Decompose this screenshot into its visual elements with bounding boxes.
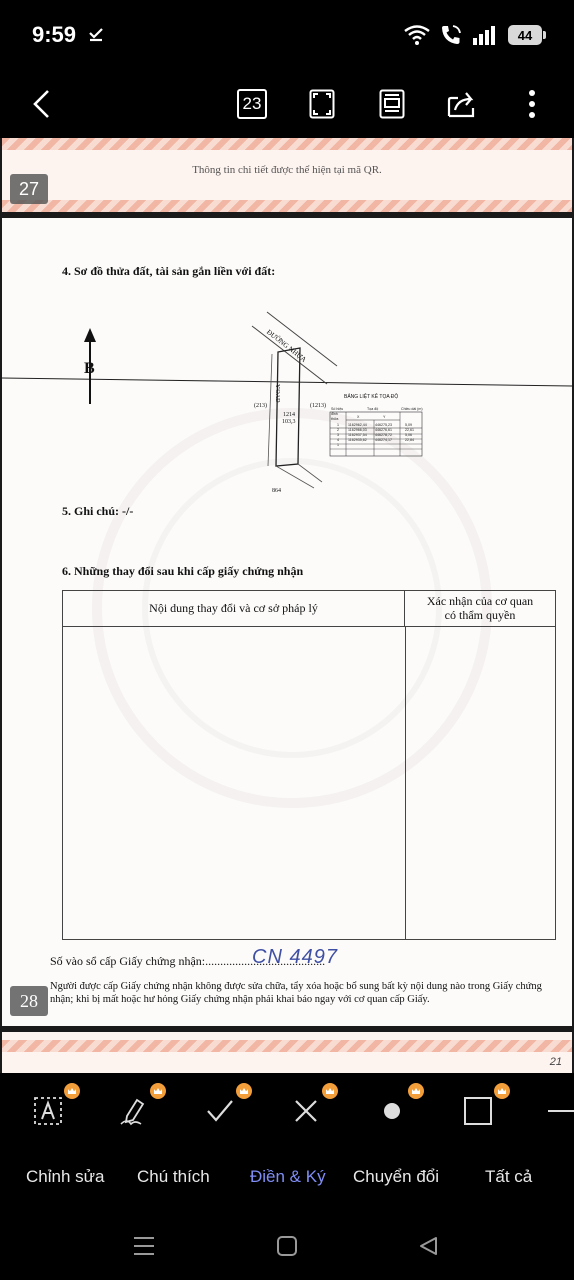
download-done-icon — [89, 28, 103, 42]
premium-crown-icon — [408, 1083, 424, 1099]
table-column-divider — [405, 627, 406, 939]
back-triangle-icon — [420, 1237, 437, 1255]
dot-icon — [384, 1103, 400, 1119]
parcel-id-label: 1214 — [283, 412, 295, 418]
table-header-confirmation: Xác nhận của cơ quan có thẩm quyền — [405, 591, 555, 627]
premium-crown-icon — [322, 1083, 338, 1099]
more-vertical-icon — [529, 90, 535, 118]
parcel-right-label: (1213) — [310, 403, 326, 409]
tab-fill-sign[interactable]: Điền & Ký — [250, 1167, 326, 1187]
home-square-icon — [277, 1236, 297, 1256]
tab-convert[interactable]: Chuyển đổi — [353, 1167, 439, 1187]
status-icons: 44 — [404, 24, 546, 46]
checkmark-tool-button[interactable] — [200, 1083, 252, 1131]
page-number-badge: 28 — [10, 986, 48, 1016]
document-viewport[interactable]: Thông tin chi tiết được thể hiện tại mã … — [0, 138, 574, 1073]
text-tool-button[interactable] — [28, 1083, 80, 1131]
dot-tool-button[interactable] — [372, 1083, 424, 1131]
page-count-button[interactable]: 23 — [232, 84, 272, 124]
parcel-map — [2, 311, 572, 489]
coord-table-title: BẢNG LIỆT KÊ TỌA ĐỘ — [344, 394, 399, 400]
rectangle-icon — [464, 1097, 492, 1125]
rectangle-tool-button[interactable] — [458, 1083, 510, 1131]
share-icon — [447, 92, 475, 118]
page-border — [2, 138, 572, 150]
fullscreen-button[interactable] — [302, 84, 342, 124]
page-layout-button[interactable] — [372, 84, 412, 124]
premium-crown-icon — [150, 1083, 166, 1099]
table-header-content: Nội dung thay đổi và cơ sở pháp lý — [63, 591, 405, 627]
wifi-icon — [404, 25, 430, 45]
fullscreen-icon — [309, 89, 335, 119]
bottom-tab-bar: Chỉnh sửa Chú thích Điền & Ký Chuyển đổi… — [0, 1145, 574, 1210]
page-number-badge: 27 — [10, 174, 48, 204]
top-toolbar: 23 — [0, 72, 574, 138]
premium-crown-icon — [494, 1083, 510, 1099]
premium-crown-icon — [236, 1083, 252, 1099]
recent-apps-button[interactable] — [130, 1232, 158, 1260]
changes-table: Nội dung thay đổi và cơ sở pháp lý Xác n… — [62, 590, 556, 940]
pen-signature-icon — [120, 1098, 145, 1126]
share-button[interactable] — [442, 84, 482, 124]
page-layout-icon — [379, 89, 405, 119]
system-nav-bar — [0, 1210, 574, 1280]
page-29[interactable]: 21 — [2, 1032, 572, 1073]
cross-icon — [295, 1100, 317, 1122]
tab-all[interactable]: Tất cả — [485, 1167, 532, 1187]
signal-icon — [473, 26, 495, 45]
back-button[interactable] — [22, 84, 62, 124]
section-4-title: 4. Sơ đồ thửa đất, tài sản gắn liền với … — [62, 264, 276, 278]
home-button[interactable] — [273, 1232, 301, 1260]
certificate-note: Người được cấp Giấy chứng nhận không đượ… — [50, 981, 542, 1005]
signature-tool-button[interactable] — [114, 1083, 166, 1131]
parcel-area-label: 103,3 — [282, 419, 296, 425]
battery-icon: 44 — [508, 25, 546, 45]
certificate-number-handwritten: CN 4497 — [252, 946, 338, 968]
page-corner-mark: 21 — [549, 1056, 562, 1068]
checkmark-icon — [207, 1100, 233, 1122]
back-arrow-icon — [33, 90, 49, 118]
more-options-button[interactable] — [512, 84, 552, 124]
page-border — [2, 1040, 572, 1052]
certificate-register-label: Số vào sổ cấp Giấy chứng nhận: — [50, 954, 206, 968]
status-bar: 9:59 44 — [0, 0, 574, 72]
cross-tool-button[interactable] — [286, 1083, 338, 1131]
section-6-title: 6. Những thay đổi sau khi cấp giấy chứng… — [62, 564, 304, 578]
call-icon — [442, 25, 461, 44]
tab-edit[interactable]: Chỉnh sửa — [26, 1167, 104, 1187]
section-5-title: 5. Ghi chú: -/- — [62, 504, 134, 518]
alley-label: Y'OAD — [274, 384, 280, 403]
north-label: B — [84, 360, 95, 377]
page-27[interactable]: Thông tin chi tiết được thể hiện tại mã … — [2, 138, 572, 212]
line-tool-button[interactable] — [540, 1091, 574, 1131]
text-box-icon — [34, 1097, 62, 1125]
page-28[interactable]: 4. Sơ đồ thửa đất, tài sản gắn liền với … — [2, 218, 572, 1026]
parcel-left-label: (213) — [254, 403, 267, 409]
status-time: 9:59 — [32, 22, 77, 47]
line-icon — [548, 1110, 574, 1112]
qr-info-text: Thông tin chi tiết được thể hiện tại mã … — [192, 164, 382, 176]
back-nav-button[interactable] — [414, 1232, 442, 1260]
premium-crown-icon — [64, 1083, 80, 1099]
tab-annotate[interactable]: Chú thích — [137, 1167, 210, 1187]
fill-sign-tools — [0, 1073, 574, 1145]
page-border — [2, 200, 572, 212]
page-count-badge: 23 — [237, 89, 267, 119]
menu-lines-icon — [134, 1237, 154, 1255]
parcel-bottom-label: 864 — [272, 488, 281, 494]
